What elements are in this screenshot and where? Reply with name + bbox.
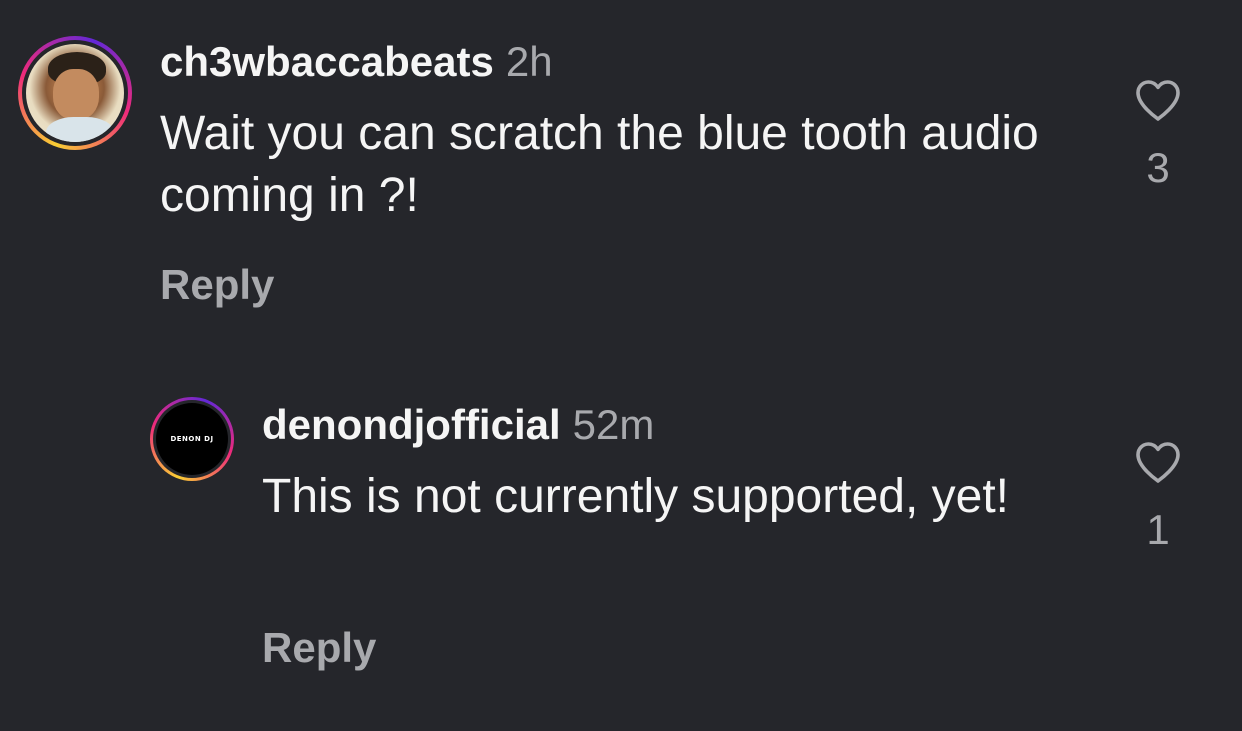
comment-header: ch3wbaccabeats 2h xyxy=(160,41,553,83)
timestamp: 52m xyxy=(572,401,655,448)
reply-button[interactable]: Reply xyxy=(160,261,274,309)
logo-text: DENON DJ xyxy=(170,435,214,443)
heart-icon[interactable] xyxy=(1133,78,1183,122)
timestamp: 2h xyxy=(505,38,553,85)
like-count: 3 xyxy=(1146,144,1170,191)
avatar-ring-gap xyxy=(22,40,128,146)
like-count: 1 xyxy=(1146,506,1170,553)
comment-text: This is not currently supported, yet! xyxy=(262,470,1009,523)
avatar-ring-gap: DENON DJ xyxy=(153,400,231,478)
username[interactable]: ch3wbaccabeats xyxy=(160,38,494,85)
avatar[interactable] xyxy=(18,36,132,150)
like-section: 1 xyxy=(1128,440,1188,554)
comment-header: denondjofficial 52m xyxy=(262,404,654,446)
denon-dj-logo-icon: DENON DJ xyxy=(156,403,228,475)
heart-icon[interactable] xyxy=(1133,440,1183,484)
reply-button[interactable]: Reply xyxy=(262,624,376,672)
avatar[interactable]: DENON DJ xyxy=(150,397,234,481)
username[interactable]: denondjofficial xyxy=(262,401,561,448)
like-section: 3 xyxy=(1128,78,1188,192)
user-photo-icon xyxy=(26,44,124,142)
comment-text: Wait you can scratch the blue tooth audi… xyxy=(160,107,1039,222)
